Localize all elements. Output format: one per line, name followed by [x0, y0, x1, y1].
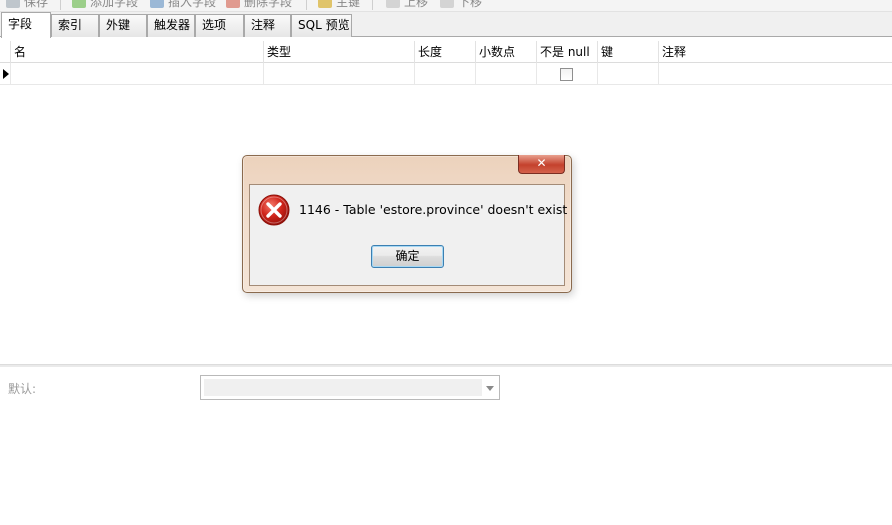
error-icon [258, 194, 290, 226]
save-button-label: 保存 [24, 0, 49, 9]
move-up-button[interactable]: 上移 [386, 0, 428, 10]
close-button[interactable]: ✕ [518, 155, 565, 174]
column-header-comment[interactable]: 注释 [658, 41, 892, 63]
column-header-name[interactable]: 名 [10, 41, 263, 63]
column-header-length[interactable]: 长度 [414, 41, 475, 63]
tab-options[interactable]: 选项 [195, 14, 244, 37]
primary-key-label: 主键 [336, 0, 361, 9]
move-down-label: 下移 [458, 0, 483, 9]
delete-field-icon [226, 0, 240, 8]
cell-comment[interactable] [658, 63, 892, 85]
insert-field-button[interactable]: 插入字段 [150, 0, 216, 10]
tab-bar: 字段 索引 外键 触发器 选项 注释 SQL 预览 [0, 12, 892, 38]
tab-fields[interactable]: 字段 [1, 12, 51, 38]
tab-indexes[interactable]: 索引 [51, 14, 99, 37]
tab-triggers[interactable]: 触发器 [147, 14, 195, 37]
default-value-input[interactable] [204, 379, 482, 396]
dialog-body: 1146 - Table 'estore.province' doesn't e… [249, 184, 568, 286]
toolbar: 保存 添加字段 插入字段 删除字段 主键 上移 下移 [0, 0, 892, 12]
cell-key[interactable] [597, 63, 658, 85]
move-up-label: 上移 [404, 0, 429, 9]
column-header-type[interactable]: 类型 [263, 41, 414, 63]
add-field-label: 添加字段 [90, 0, 139, 9]
grid-header: 名 类型 长度 小数点 不是 null 键 注释 [0, 41, 892, 63]
panel-splitter[interactable] [0, 364, 892, 367]
column-header-not-null[interactable]: 不是 null [536, 41, 597, 63]
cell-length[interactable] [414, 63, 475, 85]
error-message: 1146 - Table 'estore.province' doesn't e… [299, 202, 568, 217]
not-null-checkbox[interactable] [560, 68, 573, 81]
move-down-button[interactable]: 下移 [440, 0, 482, 10]
add-field-icon [72, 0, 86, 8]
tab-comment[interactable]: 注释 [244, 14, 291, 37]
default-value-combo[interactable] [200, 375, 500, 400]
delete-field-button[interactable]: 删除字段 [226, 0, 292, 10]
save-button[interactable]: 保存 [6, 0, 48, 10]
cell-decimals[interactable] [475, 63, 536, 85]
tab-sql-preview[interactable]: SQL 预览 [291, 14, 352, 37]
error-dialog: ✕ 1146 - Table 'estore.province' doesn't… [242, 155, 572, 293]
column-header-key[interactable]: 键 [597, 41, 658, 63]
delete-field-label: 删除字段 [244, 0, 293, 9]
insert-field-icon [150, 0, 164, 8]
cell-name[interactable] [10, 63, 263, 85]
primary-key-button[interactable]: 主键 [318, 0, 360, 10]
cell-type[interactable] [263, 63, 414, 85]
add-field-button[interactable]: 添加字段 [72, 0, 138, 10]
arrow-up-icon [386, 0, 400, 8]
row-indicator-icon [3, 69, 9, 79]
save-icon [6, 0, 20, 8]
default-label: 默认: [8, 382, 37, 396]
column-header-decimals[interactable]: 小数点 [475, 41, 536, 63]
key-icon [318, 0, 332, 8]
arrow-down-icon [440, 0, 454, 8]
tab-foreign-keys[interactable]: 外键 [99, 14, 147, 37]
ok-button[interactable]: 确定 [371, 245, 444, 268]
insert-field-label: 插入字段 [168, 0, 217, 9]
chevron-down-icon[interactable] [486, 386, 494, 391]
table-row[interactable] [0, 63, 892, 85]
